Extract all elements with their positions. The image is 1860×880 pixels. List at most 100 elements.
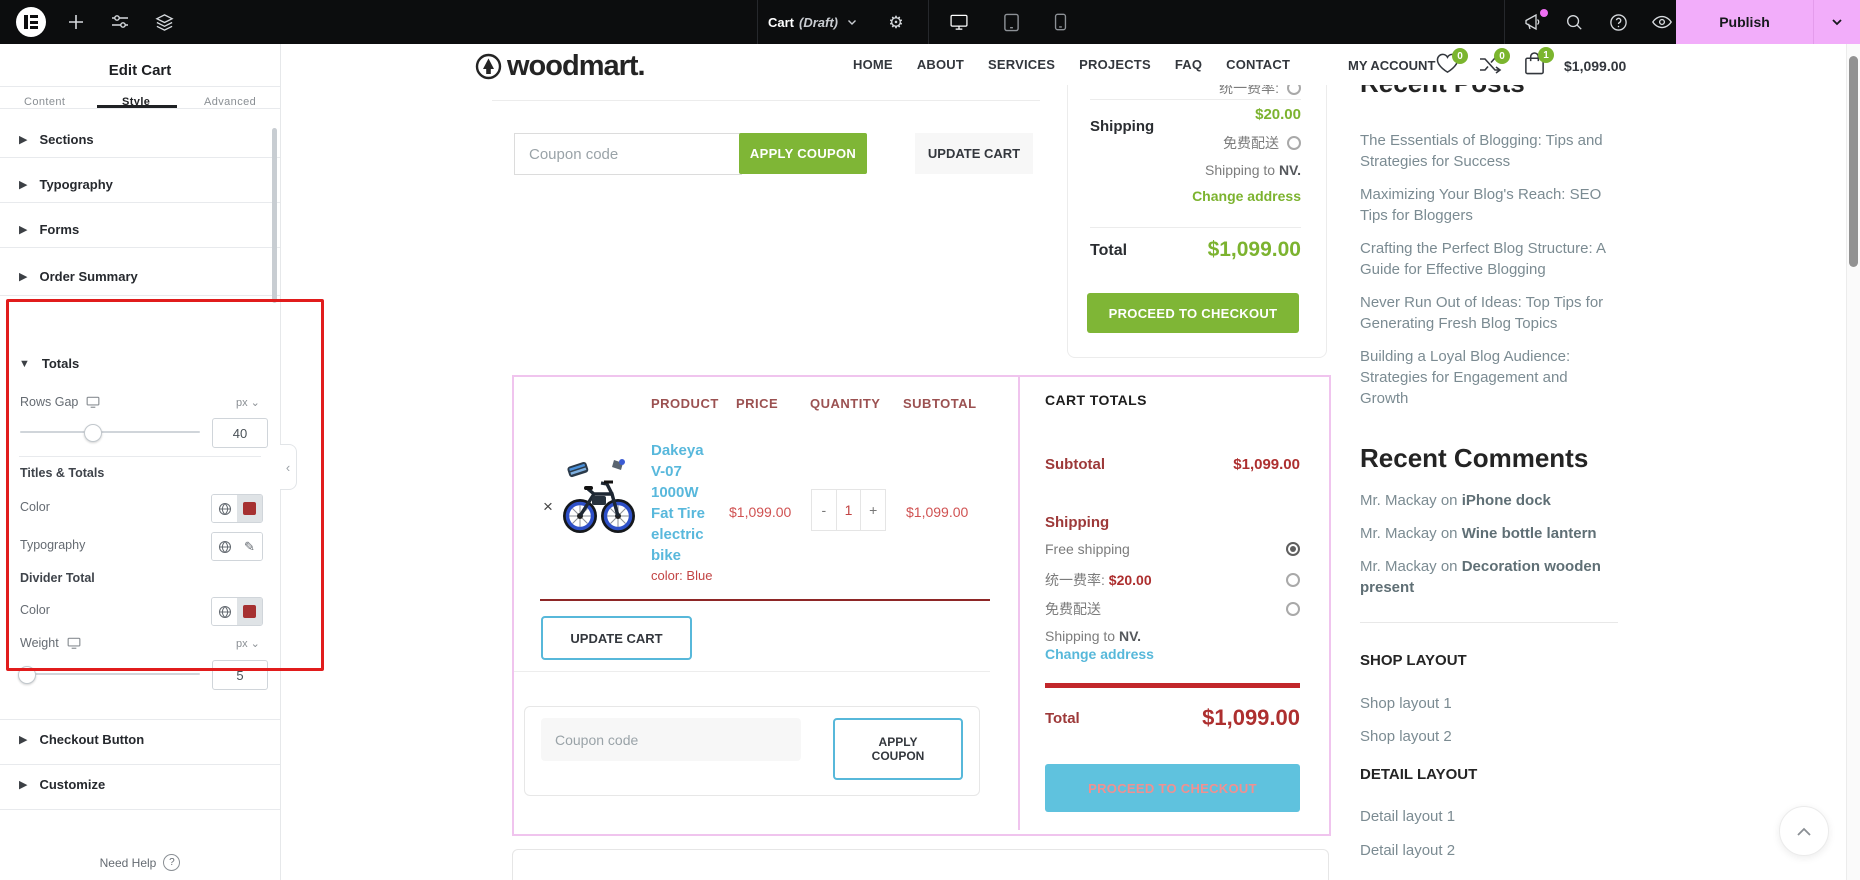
compare-icon[interactable]: 0 xyxy=(1478,54,1502,79)
section-totals[interactable]: ▼ Totals xyxy=(19,356,79,371)
weight-slider-handle[interactable] xyxy=(18,666,36,684)
next-section-partial xyxy=(512,849,1329,880)
comment-item[interactable]: Mr. Mackay on iPhone dock xyxy=(1360,490,1612,511)
shop-layout-link[interactable]: Shop layout 1 xyxy=(1360,693,1452,714)
comment-item[interactable]: Mr. Mackay on Decoration wooden present xyxy=(1360,556,1612,598)
section-checkout-button[interactable]: ▶ Checkout Button xyxy=(19,732,144,747)
rows-gap-value-input[interactable] xyxy=(212,418,268,448)
product-name-link[interactable]: Dakeya V-07 1000W Fat Tire electric bike xyxy=(651,440,719,566)
update-cart-button-widget[interactable]: UPDATE CART xyxy=(541,616,692,660)
post-link[interactable]: The Essentials of Blogging: Tips and Str… xyxy=(1360,130,1612,172)
nav-faq[interactable]: FAQ xyxy=(1175,57,1202,72)
elementor-logo-icon[interactable] xyxy=(16,7,46,37)
post-link[interactable]: Maximizing Your Blog's Reach: SEO Tips f… xyxy=(1360,184,1612,226)
structure-layers-icon[interactable] xyxy=(146,0,182,44)
site-settings-sliders-icon[interactable] xyxy=(102,0,138,44)
shipping-option-free-cn[interactable]: 免费配送 xyxy=(1045,599,1300,619)
comment-product[interactable]: Wine bottle lantern xyxy=(1462,525,1597,542)
tab-advanced[interactable]: Advanced xyxy=(204,96,256,108)
page-scrollbar-thumb[interactable] xyxy=(1849,56,1858,267)
document-settings-gear-icon[interactable]: ⚙ xyxy=(878,0,914,44)
panel-collapse-toggle[interactable]: ‹ xyxy=(280,444,297,490)
global-color-icon[interactable] xyxy=(212,495,237,522)
responsive-desktop-icon[interactable] xyxy=(67,637,81,649)
shipping-option-free[interactable]: Free shipping xyxy=(1045,541,1300,557)
titles-color-label: Color xyxy=(20,500,50,514)
weight-slider[interactable] xyxy=(20,673,200,675)
weight-label: Weight xyxy=(20,636,59,650)
rows-gap-label: Rows Gap xyxy=(20,395,78,409)
widget-checkout-button[interactable]: PROCEED TO CHECKOUT xyxy=(1045,764,1300,812)
section-customize[interactable]: ▶ Customize xyxy=(19,777,105,792)
section-typography[interactable]: ▶ Typography xyxy=(19,177,113,192)
product-image[interactable] xyxy=(556,448,640,544)
radio-icon[interactable] xyxy=(1287,136,1301,150)
radio-icon[interactable] xyxy=(1286,602,1300,616)
qty-value[interactable]: 1 xyxy=(836,490,862,530)
rows-gap-unit-select[interactable]: px ⌄ xyxy=(236,396,260,409)
device-desktop-icon[interactable] xyxy=(940,0,978,44)
nav-home[interactable]: HOME xyxy=(853,57,893,72)
widget-coupon-input[interactable] xyxy=(541,718,801,761)
shop-layout-link[interactable]: Shop layout 2 xyxy=(1360,726,1452,747)
post-link[interactable]: Never Run Out of Ideas: Top Tips for Gen… xyxy=(1360,292,1612,334)
radio-icon[interactable] xyxy=(1286,573,1300,587)
site-logo[interactable]: woodmart. xyxy=(475,50,645,83)
edit-typography-pencil-icon[interactable]: ✎ xyxy=(237,533,262,560)
scroll-to-top-button[interactable] xyxy=(1779,806,1829,856)
publish-button[interactable]: Publish xyxy=(1676,14,1813,30)
finder-search-icon[interactable] xyxy=(1556,0,1592,44)
device-tablet-icon[interactable] xyxy=(994,0,1028,44)
proceed-to-checkout-button[interactable]: PROCEED TO CHECKOUT xyxy=(1087,293,1299,333)
post-link[interactable]: Crafting the Perfect Blog Structure: A G… xyxy=(1360,238,1612,280)
section-order-summary[interactable]: ▶ Order Summary xyxy=(19,269,138,284)
rows-gap-slider-handle[interactable] xyxy=(84,424,102,442)
help-icon[interactable] xyxy=(1600,0,1636,44)
widget-apply-coupon-button[interactable]: APPLY COUPON xyxy=(833,718,963,780)
shipping-option-flat-rate[interactable]: 统一费率: $20.00 xyxy=(1045,570,1300,590)
need-help-link[interactable]: Need Help ? xyxy=(0,854,280,871)
panel-scrollbar[interactable] xyxy=(272,128,277,303)
tab-content[interactable]: Content xyxy=(24,96,65,108)
radio-selected-icon[interactable] xyxy=(1286,542,1300,556)
comment-item[interactable]: Mr. Mackay on Wine bottle lantern xyxy=(1360,523,1612,544)
coupon-code-input[interactable] xyxy=(514,133,742,175)
my-account-link[interactable]: MY ACCOUNT xyxy=(1348,58,1435,73)
free-shipping-cn-option[interactable]: 免费配送 xyxy=(1090,133,1301,153)
section-label: Typography xyxy=(39,177,112,192)
comment-product[interactable]: iPhone dock xyxy=(1462,492,1551,509)
nav-services[interactable]: SERVICES xyxy=(988,57,1055,72)
nav-projects[interactable]: PROJECTS xyxy=(1079,57,1151,72)
cart-bag-icon[interactable]: 1 xyxy=(1523,51,1546,81)
post-link[interactable]: Building a Loyal Blog Audience: Strategi… xyxy=(1360,346,1612,409)
color-swatch-button[interactable] xyxy=(237,598,262,625)
add-element-icon[interactable] xyxy=(58,0,94,44)
qty-minus-button[interactable]: - xyxy=(812,490,836,530)
document-switcher[interactable]: Cart (Draft) xyxy=(768,0,858,44)
device-mobile-icon[interactable] xyxy=(1044,0,1076,44)
nav-contact[interactable]: CONTACT xyxy=(1226,57,1290,72)
wishlist-heart-icon[interactable]: 0 xyxy=(1435,52,1460,80)
weight-value-input[interactable] xyxy=(212,660,268,690)
qty-plus-button[interactable]: + xyxy=(861,490,885,530)
responsive-desktop-icon[interactable] xyxy=(86,396,100,408)
section-sections[interactable]: ▶ Sections xyxy=(19,132,94,147)
global-typography-icon[interactable] xyxy=(212,533,237,560)
publish-options-chevron-icon[interactable] xyxy=(1814,15,1860,29)
option-label: Free shipping xyxy=(1045,541,1130,557)
rows-gap-slider[interactable] xyxy=(20,431,200,433)
page-scrollbar-track[interactable] xyxy=(1846,44,1860,880)
update-cart-button[interactable]: UPDATE CART xyxy=(915,133,1033,174)
weight-unit-select[interactable]: px ⌄ xyxy=(236,637,260,650)
apply-coupon-button[interactable]: APPLY COUPON xyxy=(739,133,867,174)
nav-about[interactable]: ABOUT xyxy=(917,57,964,72)
detail-layout-link[interactable]: Detail layout 2 xyxy=(1360,840,1455,861)
section-forms[interactable]: ▶ Forms xyxy=(19,222,79,237)
widget-change-address-link[interactable]: Change address xyxy=(1045,646,1154,662)
whats-new-megaphone-icon[interactable] xyxy=(1514,0,1552,44)
global-color-icon[interactable] xyxy=(212,598,237,625)
change-address-link[interactable]: Change address xyxy=(1090,188,1301,204)
remove-item-button[interactable]: × xyxy=(543,498,553,515)
detail-layout-link[interactable]: Detail layout 1 xyxy=(1360,806,1455,827)
color-swatch-button[interactable] xyxy=(237,495,262,522)
